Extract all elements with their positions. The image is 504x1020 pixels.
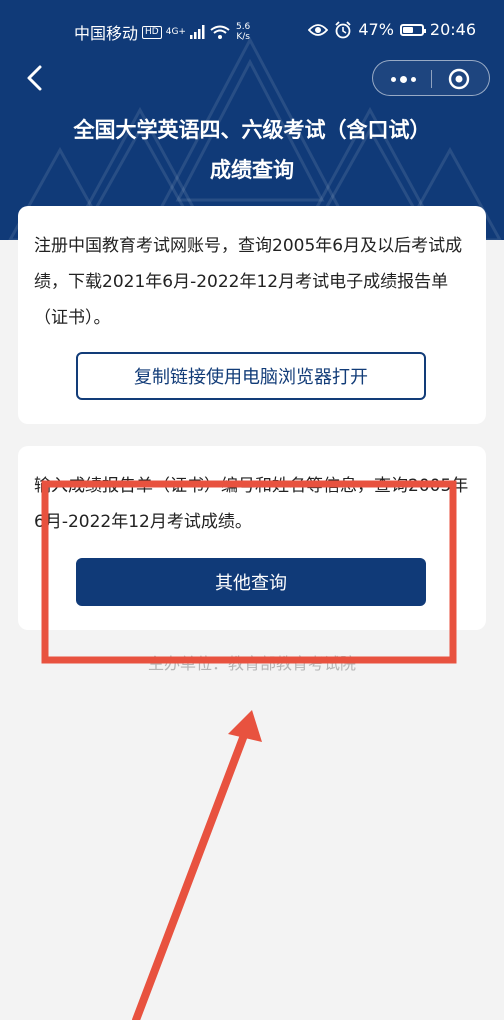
speed-value: 5.6 xyxy=(235,22,251,32)
more-menu-button[interactable] xyxy=(381,66,425,92)
back-arrow-icon[interactable] xyxy=(22,64,50,92)
title-line-1: 全国大学英语四、六级考试（含口试） xyxy=(73,118,431,142)
carrier-name: 中国移动 xyxy=(74,24,139,43)
header-banner: 中国移动 HD 4G+ 5.6 K/s 47% 20:46 全国大学英语四、六级… xyxy=(0,0,504,240)
status-bar: 中国移动 HD 4G+ 5.6 K/s 47% 20:46 xyxy=(0,0,504,60)
more-dots-icon xyxy=(390,76,396,82)
register-query-card: 注册中国教育考试网账号，查询2005年6月及以后考试成绩，下载2021年6月-2… xyxy=(18,206,486,424)
annotation-arrow-line xyxy=(132,726,250,1020)
signal-icon xyxy=(189,25,205,39)
battery-icon xyxy=(399,23,426,36)
other-query-card: 输入成绩报告单（证书）编号和姓名等信息，查询2005年6月-2022年12月考试… xyxy=(18,446,486,630)
capsule-divider xyxy=(431,70,432,88)
speed-unit: K/s xyxy=(236,32,250,42)
annotation-arrowhead xyxy=(228,710,262,742)
close-circle-icon[interactable] xyxy=(447,67,471,91)
page-title: 全国大学英语四、六级考试（含口试） 成绩查询 xyxy=(20,110,484,190)
footer-organizer: 主办单位：教育部教育考试院 xyxy=(147,654,356,673)
alarm-icon xyxy=(335,20,351,38)
network-type: 4G+ xyxy=(165,26,186,37)
battery-percent: 47% xyxy=(358,20,394,39)
eye-icon xyxy=(308,23,329,36)
hd-badge: HD xyxy=(142,25,162,39)
copy-link-button[interactable]: 复制链接使用电脑浏览器打开 xyxy=(76,352,426,400)
register-query-description: 注册中国教育考试网账号，查询2005年6月及以后考试成绩，下载2021年6月-2… xyxy=(34,236,463,328)
mini-program-capsule xyxy=(372,60,490,96)
wifi-icon xyxy=(210,25,230,39)
other-query-description: 输入成绩报告单（证书）编号和姓名等信息，查询2005年6月-2022年12月考试… xyxy=(34,476,469,532)
title-line-2: 成绩查询 xyxy=(210,158,294,182)
clock-time: 20:46 xyxy=(429,20,476,39)
other-query-button[interactable]: 其他查询 xyxy=(76,558,426,606)
network-speed: 5.6 K/s xyxy=(236,22,250,42)
